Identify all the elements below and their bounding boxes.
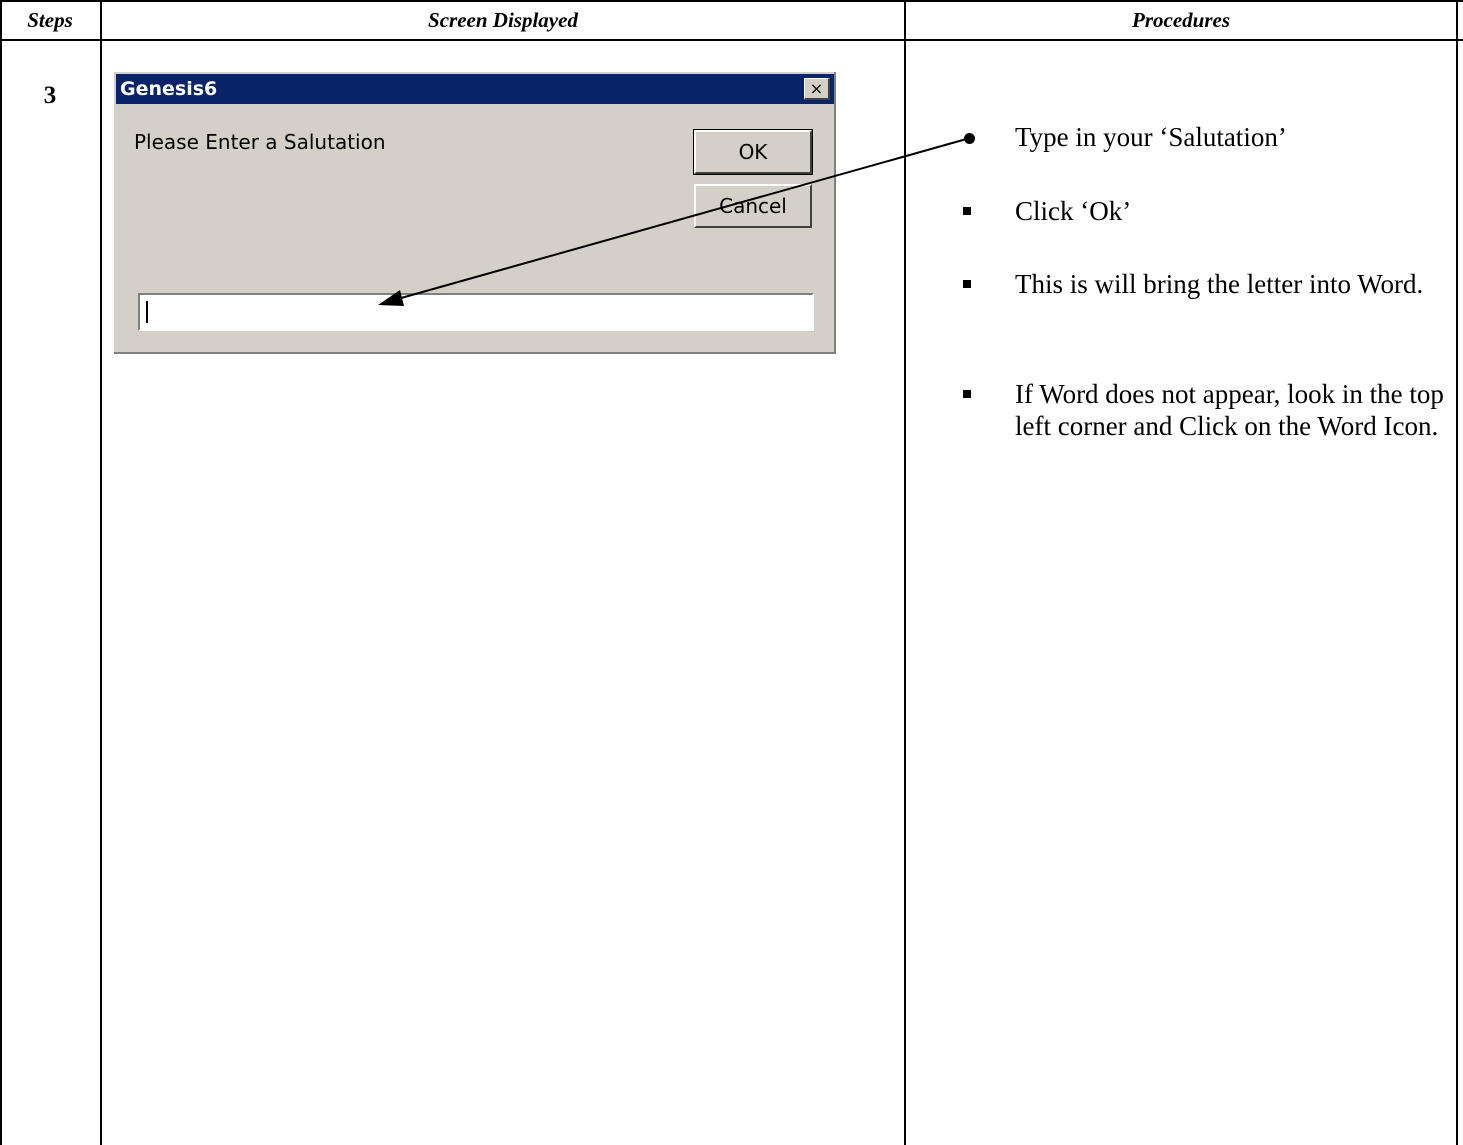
bullet-square-icon (963, 280, 971, 288)
procedure-step-bring-letter: This is will bring the letter into Word. (1015, 269, 1424, 299)
arrow-head (378, 290, 404, 306)
procedure-step-word-not-appear: If Word does not appear, look in the top… (1015, 379, 1444, 441)
bullet-square-icon (963, 207, 971, 215)
pointer-arrow (378, 137, 971, 306)
arrow-line (393, 137, 971, 301)
procedure-step-type-salutation: Type in your ‘Salutation’ (1015, 122, 1287, 152)
bullet-dot-icon (964, 133, 975, 144)
procedure-step-click-ok: Click ‘Ok’ (1015, 196, 1132, 226)
bullet-square-icon (963, 390, 971, 398)
